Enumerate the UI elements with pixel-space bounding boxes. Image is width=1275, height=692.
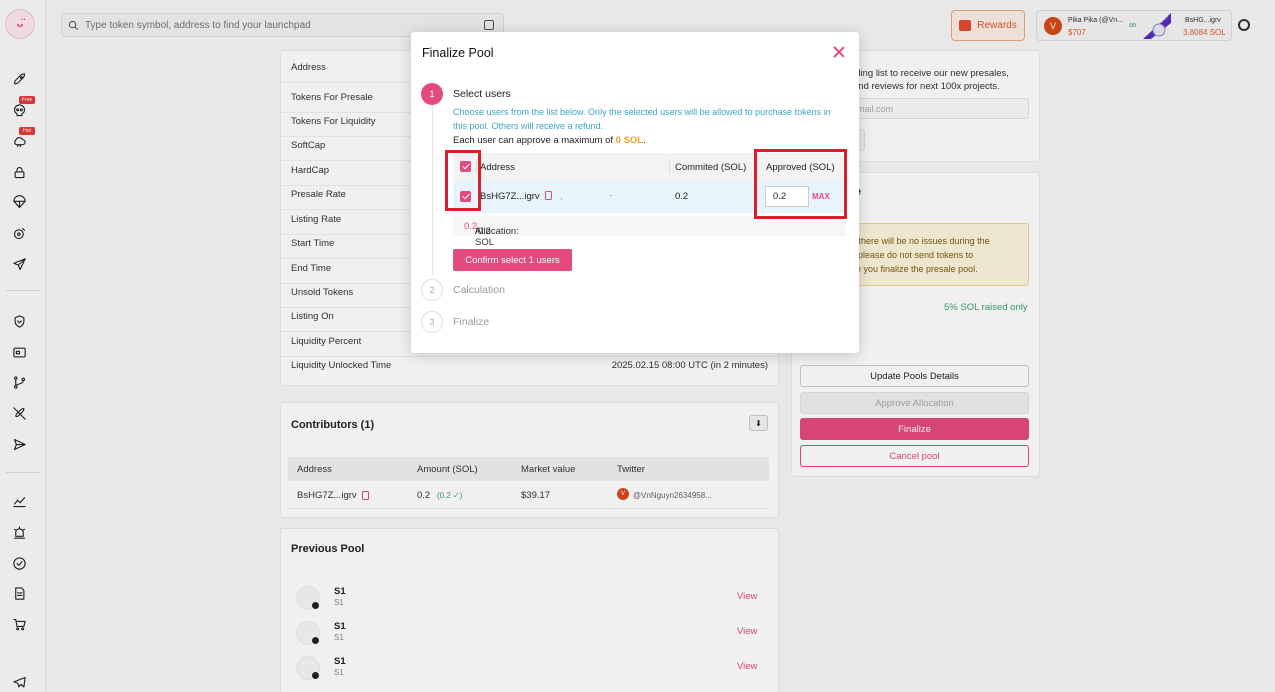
confirm-select-button[interactable]: Confirm select 1 users xyxy=(453,249,572,271)
column-separator xyxy=(669,159,670,174)
step-3-indicator: 3 xyxy=(421,311,443,333)
step-connector xyxy=(432,105,433,275)
close-icon[interactable] xyxy=(832,45,846,59)
address-suffix: , xyxy=(560,191,563,202)
col-address: Address xyxy=(480,162,515,173)
col-committed: Commited (SOL) xyxy=(675,162,747,173)
step-2-indicator: 2 xyxy=(421,279,443,301)
max-approve-text: Each user can approve a maximum of 0 SOL… xyxy=(453,135,646,146)
step-1-label: Select users xyxy=(453,88,511,100)
modal-title: Finalize Pool xyxy=(422,46,494,60)
max-approve-value: 0 SOL xyxy=(615,135,644,146)
annotation-box-checkboxes xyxy=(445,150,481,211)
step-3-label: Finalize xyxy=(453,316,490,328)
copy-icon[interactable] xyxy=(545,191,552,200)
user-address: BsHG7Z...igrv xyxy=(480,191,540,202)
allocation-summary: Allocation: 0.2/0.2 SOL xyxy=(453,216,846,248)
placeholder-dash: - xyxy=(609,190,613,201)
annotation-box-approved xyxy=(754,149,847,219)
step-description: Choose users from the list below. Only t… xyxy=(453,107,831,131)
committed-value: 0.2 xyxy=(675,191,689,202)
step-1-indicator: 1 xyxy=(421,83,443,105)
step-2-label: Calculation xyxy=(453,284,505,296)
allocation-text: Allocation: 0.2/0.2 SOL xyxy=(464,221,519,248)
